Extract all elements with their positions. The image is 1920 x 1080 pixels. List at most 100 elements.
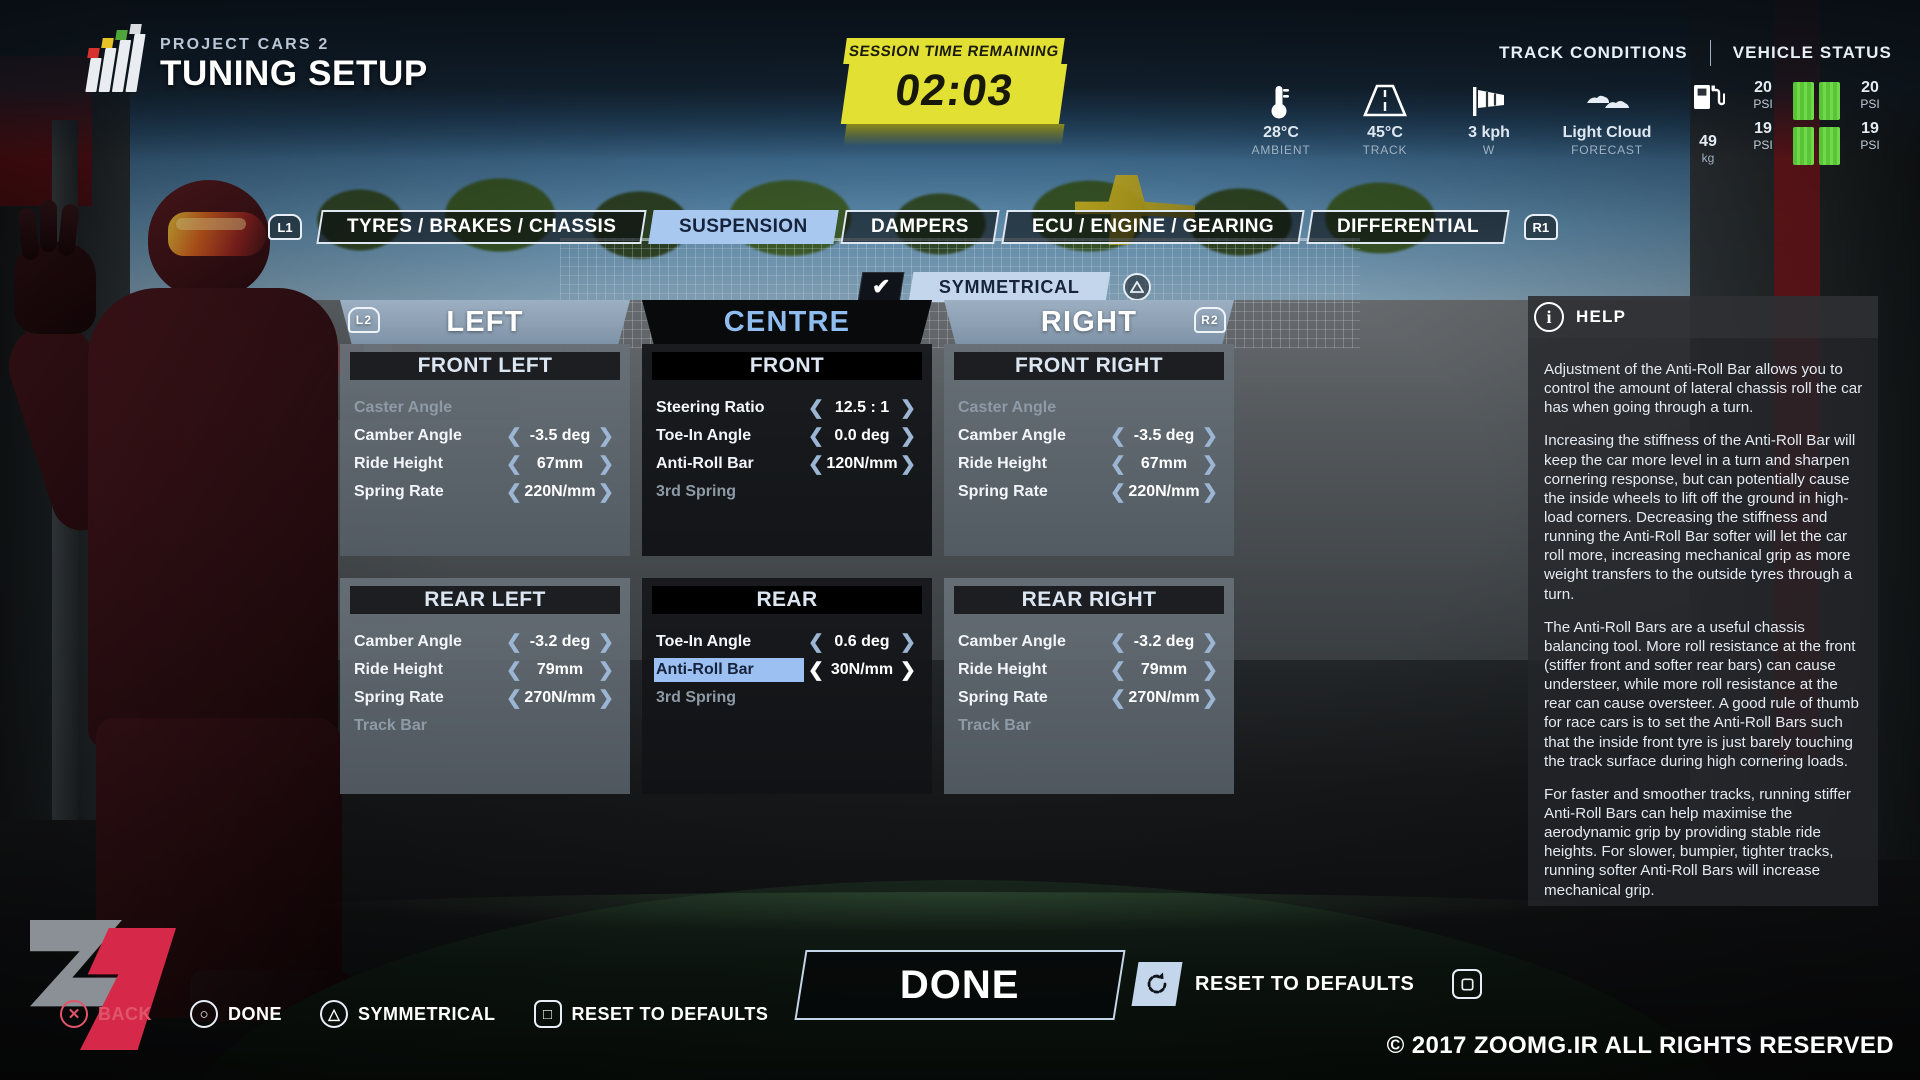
increment-arrow-icon[interactable]: ❯ [898, 631, 918, 654]
done-button[interactable]: DONE [794, 950, 1126, 1020]
cross-button-icon: ✕ [60, 1000, 88, 1028]
prompt-done[interactable]: ○ DONE [190, 1000, 282, 1028]
increment-arrow-icon[interactable]: ❯ [596, 481, 616, 504]
prompt-reset-to-defaults[interactable]: □ RESET TO DEFAULTS [533, 1000, 769, 1028]
increment-arrow-icon[interactable]: ❯ [898, 397, 918, 420]
increment-arrow-icon[interactable]: ❯ [1200, 631, 1220, 654]
row-camber-angle-fr[interactable]: Camber Angle ❮ -3.5 deg ❯ [954, 422, 1224, 450]
increment-arrow-icon[interactable]: ❯ [596, 425, 616, 448]
row-toe-in-angle-front[interactable]: Toe-In Angle ❮ 0.0 deg ❯ [652, 422, 922, 450]
section-title-rear-left: REAR LEFT [350, 586, 620, 614]
setup-tabs[interactable]: L1 TYRES / BRAKES / CHASSIS SUSPENSION D… [268, 210, 1558, 244]
tab-tyres-brakes-chassis[interactable]: TYRES / BRAKES / CHASSIS [316, 210, 648, 244]
decrement-arrow-icon[interactable]: ❮ [1108, 453, 1128, 476]
reset-arrow-icon[interactable] [1131, 962, 1183, 1006]
row-caster-angle-fl: Caster Angle [350, 394, 620, 422]
row-steering-ratio[interactable]: Steering Ratio ❮ 12.5 : 1 ❯ [652, 394, 922, 422]
tyre-front-left [1793, 82, 1814, 120]
reset-to-defaults-control[interactable]: RESET TO DEFAULTS [1131, 962, 1483, 1006]
r2-bumper-icon: R2 [1194, 307, 1226, 333]
row-anti-roll-bar-front[interactable]: Anti-Roll Bar ❮ 120N/mm ❯ [652, 450, 922, 478]
column-centre: CENTRE FRONT Steering Ratio ❮ 12.5 : 1 ❯… [642, 300, 932, 794]
row-label: Spring Rate [958, 689, 1048, 706]
column-centre-title: CENTRE [723, 305, 851, 338]
column-centre-heading: CENTRE [642, 300, 932, 344]
symmetrical-toggle[interactable]: ✔ SYMMETRICAL [857, 272, 1151, 302]
tab-label: DAMPERS [870, 216, 969, 237]
decrement-arrow-icon[interactable]: ❮ [504, 481, 524, 504]
row-value: 79mm [1140, 661, 1188, 678]
row-label: Toe-In Angle [656, 633, 752, 650]
row-ride-height-rr[interactable]: Ride Height ❮ 79mm ❯ [954, 656, 1224, 684]
increment-arrow-icon[interactable]: ❯ [1200, 481, 1220, 504]
decrement-arrow-icon[interactable]: ❮ [806, 397, 826, 420]
windsock-icon [1437, 80, 1541, 122]
decrement-arrow-icon[interactable]: ❮ [806, 631, 826, 654]
row-ride-height-fr[interactable]: Ride Height ❮ 67mm ❯ [954, 450, 1224, 478]
increment-arrow-icon[interactable]: ❯ [898, 453, 918, 476]
decrement-arrow-icon[interactable]: ❮ [504, 453, 524, 476]
circle-button-icon: ○ [190, 1000, 218, 1028]
decrement-arrow-icon[interactable]: ❮ [504, 631, 524, 654]
row-ride-height-fl[interactable]: Ride Height ❮ 67mm ❯ [350, 450, 620, 478]
row-value: 0.6 deg [834, 633, 890, 650]
increment-arrow-icon[interactable]: ❯ [1200, 425, 1220, 448]
row-spring-rate-rr[interactable]: Spring Rate ❮ 270N/mm ❯ [954, 684, 1224, 712]
row-camber-angle-rr[interactable]: Camber Angle ❮ -3.2 deg ❯ [954, 628, 1224, 656]
increment-arrow-icon[interactable]: ❯ [1200, 453, 1220, 476]
header-divider [1709, 40, 1711, 66]
decrement-arrow-icon[interactable]: ❮ [1108, 687, 1128, 710]
column-right-title: RIGHT [1040, 305, 1138, 338]
panel-front-right: FRONT RIGHT Caster Angle Camber Angle ❮ … [944, 344, 1234, 556]
row-spring-rate-fr[interactable]: Spring Rate ❮ 220N/mm ❯ [954, 478, 1224, 506]
tab-differential[interactable]: DIFFERENTIAL [1306, 210, 1510, 244]
row-value: 0.0 deg [834, 427, 890, 444]
decrement-arrow-icon[interactable]: ❮ [504, 659, 524, 682]
decrement-arrow-icon[interactable]: ❮ [1108, 659, 1128, 682]
row-anti-roll-bar-rear[interactable]: Anti-Roll Bar ❮ 30N/mm ❯ [652, 656, 922, 684]
tab-label: DIFFERENTIAL [1336, 216, 1479, 237]
tyre-front-right [1819, 82, 1840, 120]
prompt-symmetrical[interactable]: △ SYMMETRICAL [320, 1000, 496, 1028]
increment-arrow-icon[interactable]: ❯ [898, 659, 918, 682]
symmetrical-label-chip[interactable]: SYMMETRICAL [908, 272, 1111, 302]
row-toe-in-angle-rear[interactable]: Toe-In Angle ❮ 0.6 deg ❯ [652, 628, 922, 656]
row-camber-angle-rl[interactable]: Camber Angle ❮ -3.2 deg ❯ [350, 628, 620, 656]
row-ride-height-rl[interactable]: Ride Height ❮ 79mm ❯ [350, 656, 620, 684]
row-camber-angle-fl[interactable]: Camber Angle ❮ -3.5 deg ❯ [350, 422, 620, 450]
row-value: 12.5 : 1 [834, 399, 890, 416]
decrement-arrow-icon[interactable]: ❮ [1108, 481, 1128, 504]
decrement-arrow-icon[interactable]: ❮ [806, 453, 826, 476]
increment-arrow-icon[interactable]: ❯ [898, 425, 918, 448]
row-value: 67mm [1140, 455, 1188, 472]
tab-suspension[interactable]: SUSPENSION [648, 210, 839, 244]
row-label: Camber Angle [958, 633, 1066, 650]
prompt-back[interactable]: ✕ BACK [60, 1000, 152, 1028]
symmetrical-checkbox[interactable]: ✔ [857, 272, 905, 302]
decrement-arrow-icon[interactable]: ❮ [806, 425, 826, 448]
decrement-arrow-icon[interactable]: ❮ [806, 659, 826, 682]
tyre-pressure-rl-unit: PSI [1753, 137, 1773, 152]
decrement-arrow-icon[interactable]: ❮ [1108, 631, 1128, 654]
increment-arrow-icon[interactable]: ❯ [1200, 659, 1220, 682]
increment-arrow-icon[interactable]: ❯ [596, 687, 616, 710]
increment-arrow-icon[interactable]: ❯ [596, 631, 616, 654]
condition-forecast: Light Cloud FORECAST [1541, 80, 1673, 157]
increment-arrow-icon[interactable]: ❯ [1200, 687, 1220, 710]
decrement-arrow-icon[interactable]: ❮ [504, 425, 524, 448]
decrement-arrow-icon[interactable]: ❮ [504, 687, 524, 710]
square-button-icon [1452, 969, 1483, 999]
row-label: Camber Angle [958, 427, 1066, 444]
decrement-arrow-icon[interactable]: ❮ [1108, 425, 1128, 448]
row-spring-rate-fl[interactable]: Spring Rate ❮ 220N/mm ❯ [350, 478, 620, 506]
tab-ecu-engine-gearing[interactable]: ECU / ENGINE / GEARING [1001, 210, 1305, 244]
increment-arrow-icon[interactable]: ❯ [596, 453, 616, 476]
tyre-pressure-rr-value: 19 [1861, 119, 1879, 137]
row-spring-rate-rl[interactable]: Spring Rate ❮ 270N/mm ❯ [350, 684, 620, 712]
increment-arrow-icon[interactable]: ❯ [596, 659, 616, 682]
row-label: Ride Height [354, 661, 443, 678]
zoomg-watermark-logo [30, 920, 176, 1050]
section-title-rear: REAR [652, 586, 922, 614]
tab-dampers[interactable]: DAMPERS [840, 210, 1000, 244]
help-paragraph: For faster and smoother tracks, running … [1544, 785, 1851, 899]
